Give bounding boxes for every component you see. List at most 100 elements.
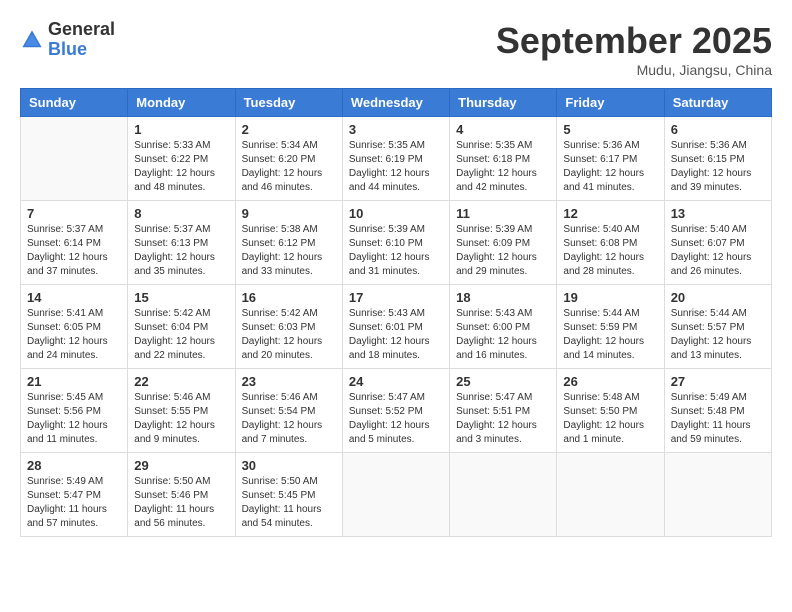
day-info: Sunrise: 5:46 AM Sunset: 5:54 PM Dayligh… bbox=[242, 391, 336, 447]
weekday-header-friday: Friday bbox=[557, 89, 664, 117]
calendar-cell: 30 Sunrise: 5:50 AM Sunset: 5:45 PM Dayli… bbox=[235, 453, 342, 537]
day-info: Sunrise: 5:44 AM Sunset: 5:59 PM Dayligh… bbox=[563, 307, 657, 363]
location: Mudu, Jiangsu, China bbox=[496, 62, 772, 78]
day-number: 15 bbox=[134, 290, 228, 305]
calendar-cell: 25 Sunrise: 5:47 AM Sunset: 5:51 PM Dayli… bbox=[450, 369, 557, 453]
day-info: Sunrise: 5:44 AM Sunset: 5:57 PM Dayligh… bbox=[671, 307, 765, 363]
calendar-cell: 19 Sunrise: 5:44 AM Sunset: 5:59 PM Dayli… bbox=[557, 285, 664, 369]
day-info: Sunrise: 5:39 AM Sunset: 6:09 PM Dayligh… bbox=[456, 223, 550, 279]
calendar-cell: 20 Sunrise: 5:44 AM Sunset: 5:57 PM Dayli… bbox=[664, 285, 771, 369]
calendar-cell bbox=[664, 453, 771, 537]
weekday-row: SundayMondayTuesdayWednesdayThursdayFrid… bbox=[21, 89, 772, 117]
day-number: 1 bbox=[134, 122, 228, 137]
calendar-cell: 16 Sunrise: 5:42 AM Sunset: 6:03 PM Dayli… bbox=[235, 285, 342, 369]
week-row-2: 7 Sunrise: 5:37 AM Sunset: 6:14 PM Daylig… bbox=[21, 201, 772, 285]
day-number: 30 bbox=[242, 458, 336, 473]
calendar-cell: 14Sunrise: 5:41 AM Sunset: 6:05 PM Dayli… bbox=[21, 285, 128, 369]
calendar-cell: 18 Sunrise: 5:43 AM Sunset: 6:00 PM Dayli… bbox=[450, 285, 557, 369]
day-info: Sunrise: 5:47 AM Sunset: 5:52 PM Dayligh… bbox=[349, 391, 443, 447]
calendar-cell: 28Sunrise: 5:49 AM Sunset: 5:47 PM Dayli… bbox=[21, 453, 128, 537]
calendar-body: 1 Sunrise: 5:33 AM Sunset: 6:22 PM Daylig… bbox=[21, 117, 772, 537]
day-number: 9 bbox=[242, 206, 336, 221]
weekday-header-monday: Monday bbox=[128, 89, 235, 117]
day-number: 13 bbox=[671, 206, 765, 221]
calendar-cell bbox=[21, 117, 128, 201]
day-number: 10 bbox=[349, 206, 443, 221]
page-header: General Blue September 2025 Mudu, Jiangs… bbox=[20, 20, 772, 78]
day-info: Sunrise: 5:43 AM Sunset: 6:01 PM Dayligh… bbox=[349, 307, 443, 363]
day-number: 24 bbox=[349, 374, 443, 389]
day-info: Sunrise: 5:50 AM Sunset: 5:45 PM Dayligh… bbox=[242, 475, 336, 531]
calendar-cell: 9Sunrise: 5:38 AM Sunset: 6:12 PM Daylig… bbox=[235, 201, 342, 285]
day-number: 23 bbox=[242, 374, 336, 389]
day-info: Sunrise: 5:49 AM Sunset: 5:48 PM Dayligh… bbox=[671, 391, 765, 447]
day-number: 3 bbox=[349, 122, 443, 137]
day-number: 28 bbox=[27, 458, 121, 473]
weekday-header-thursday: Thursday bbox=[450, 89, 557, 117]
day-number: 7 bbox=[27, 206, 121, 221]
day-info: Sunrise: 5:40 AM Sunset: 6:07 PM Dayligh… bbox=[671, 223, 765, 279]
day-number: 22 bbox=[134, 374, 228, 389]
day-number: 4 bbox=[456, 122, 550, 137]
day-number: 16 bbox=[242, 290, 336, 305]
day-number: 11 bbox=[456, 206, 550, 221]
day-number: 27 bbox=[671, 374, 765, 389]
calendar-cell: 10Sunrise: 5:39 AM Sunset: 6:10 PM Dayli… bbox=[342, 201, 449, 285]
week-row-4: 21Sunrise: 5:45 AM Sunset: 5:56 PM Dayli… bbox=[21, 369, 772, 453]
day-number: 20 bbox=[671, 290, 765, 305]
logo-general: General bbox=[48, 20, 115, 40]
calendar-cell: 29Sunrise: 5:50 AM Sunset: 5:46 PM Dayli… bbox=[128, 453, 235, 537]
calendar-cell: 13 Sunrise: 5:40 AM Sunset: 6:07 PM Dayli… bbox=[664, 201, 771, 285]
weekday-header-tuesday: Tuesday bbox=[235, 89, 342, 117]
week-row-3: 14Sunrise: 5:41 AM Sunset: 6:05 PM Dayli… bbox=[21, 285, 772, 369]
day-info: Sunrise: 5:42 AM Sunset: 6:04 PM Dayligh… bbox=[134, 307, 228, 363]
week-row-5: 28Sunrise: 5:49 AM Sunset: 5:47 PM Dayli… bbox=[21, 453, 772, 537]
calendar-cell: 8 Sunrise: 5:37 AM Sunset: 6:13 PM Daylig… bbox=[128, 201, 235, 285]
calendar-cell: 27 Sunrise: 5:49 AM Sunset: 5:48 PM Dayli… bbox=[664, 369, 771, 453]
weekday-header-sunday: Sunday bbox=[21, 89, 128, 117]
week-row-1: 1 Sunrise: 5:33 AM Sunset: 6:22 PM Daylig… bbox=[21, 117, 772, 201]
day-info: Sunrise: 5:34 AM Sunset: 6:20 PM Dayligh… bbox=[242, 139, 336, 195]
day-info: Sunrise: 5:35 AM Sunset: 6:19 PM Dayligh… bbox=[349, 139, 443, 195]
day-number: 18 bbox=[456, 290, 550, 305]
calendar-cell: 7 Sunrise: 5:37 AM Sunset: 6:14 PM Daylig… bbox=[21, 201, 128, 285]
day-info: Sunrise: 5:41 AM Sunset: 6:05 PM Dayligh… bbox=[27, 307, 121, 363]
calendar-cell bbox=[450, 453, 557, 537]
day-number: 8 bbox=[134, 206, 228, 221]
day-number: 12 bbox=[563, 206, 657, 221]
day-info: Sunrise: 5:48 AM Sunset: 5:50 PM Dayligh… bbox=[563, 391, 657, 447]
calendar-cell bbox=[557, 453, 664, 537]
day-info: Sunrise: 5:37 AM Sunset: 6:13 PM Dayligh… bbox=[134, 223, 228, 279]
day-info: Sunrise: 5:33 AM Sunset: 6:22 PM Dayligh… bbox=[134, 139, 228, 195]
day-number: 21 bbox=[27, 374, 121, 389]
calendar-cell: 1 Sunrise: 5:33 AM Sunset: 6:22 PM Daylig… bbox=[128, 117, 235, 201]
calendar-table: SundayMondayTuesdayWednesdayThursdayFrid… bbox=[20, 88, 772, 537]
logo-blue: Blue bbox=[48, 40, 115, 60]
day-info: Sunrise: 5:42 AM Sunset: 6:03 PM Dayligh… bbox=[242, 307, 336, 363]
day-info: Sunrise: 5:40 AM Sunset: 6:08 PM Dayligh… bbox=[563, 223, 657, 279]
day-info: Sunrise: 5:50 AM Sunset: 5:46 PM Dayligh… bbox=[134, 475, 228, 531]
day-number: 5 bbox=[563, 122, 657, 137]
title-block: September 2025 Mudu, Jiangsu, China bbox=[496, 20, 772, 78]
logo: General Blue bbox=[20, 20, 115, 60]
weekday-header-wednesday: Wednesday bbox=[342, 89, 449, 117]
day-number: 19 bbox=[563, 290, 657, 305]
logo-text: General Blue bbox=[48, 20, 115, 60]
day-number: 2 bbox=[242, 122, 336, 137]
logo-icon bbox=[20, 28, 44, 52]
day-info: Sunrise: 5:36 AM Sunset: 6:15 PM Dayligh… bbox=[671, 139, 765, 195]
calendar-cell: 6 Sunrise: 5:36 AM Sunset: 6:15 PM Daylig… bbox=[664, 117, 771, 201]
calendar-cell: 22Sunrise: 5:46 AM Sunset: 5:55 PM Dayli… bbox=[128, 369, 235, 453]
calendar-cell: 23 Sunrise: 5:46 AM Sunset: 5:54 PM Dayli… bbox=[235, 369, 342, 453]
day-number: 6 bbox=[671, 122, 765, 137]
day-info: Sunrise: 5:47 AM Sunset: 5:51 PM Dayligh… bbox=[456, 391, 550, 447]
day-number: 17 bbox=[349, 290, 443, 305]
day-number: 25 bbox=[456, 374, 550, 389]
day-info: Sunrise: 5:35 AM Sunset: 6:18 PM Dayligh… bbox=[456, 139, 550, 195]
calendar-cell: 12 Sunrise: 5:40 AM Sunset: 6:08 PM Dayli… bbox=[557, 201, 664, 285]
calendar-cell: 4 Sunrise: 5:35 AM Sunset: 6:18 PM Daylig… bbox=[450, 117, 557, 201]
day-number: 26 bbox=[563, 374, 657, 389]
day-info: Sunrise: 5:43 AM Sunset: 6:00 PM Dayligh… bbox=[456, 307, 550, 363]
day-info: Sunrise: 5:37 AM Sunset: 6:14 PM Dayligh… bbox=[27, 223, 121, 279]
calendar-cell bbox=[342, 453, 449, 537]
